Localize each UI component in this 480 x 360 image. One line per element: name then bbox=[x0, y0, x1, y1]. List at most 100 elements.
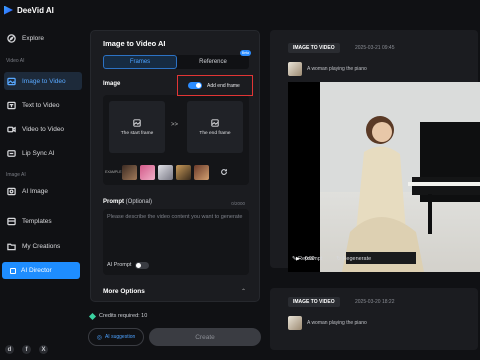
mode-tabs: Frames Reference Beta bbox=[103, 50, 251, 69]
prompt-label: Prompt (Optional) bbox=[103, 199, 152, 205]
lips-icon bbox=[7, 149, 16, 157]
sidebar-item-ai-image[interactable]: AI Image bbox=[4, 182, 82, 200]
type-tag: IMAGE TO VIDEO bbox=[288, 297, 340, 307]
example-thumbnail[interactable] bbox=[122, 164, 137, 180]
image-add-icon bbox=[211, 118, 219, 127]
facebook-icon[interactable]: f bbox=[22, 345, 31, 354]
compass-icon bbox=[7, 33, 16, 43]
example-thumbnail[interactable] bbox=[194, 164, 209, 180]
sidebar-item-label: Image to Video bbox=[22, 77, 66, 85]
end-frame-label: The end frame bbox=[199, 130, 231, 136]
sidebar-item-lip-sync[interactable]: Lip Sync AI bbox=[4, 144, 82, 162]
diamond-icon bbox=[88, 312, 97, 320]
social-links: d f X bbox=[5, 345, 48, 354]
sidebar-item-label: My Creations bbox=[22, 242, 61, 250]
chevron-up-icon[interactable]: ⌃ bbox=[241, 288, 246, 295]
folder-icon bbox=[7, 243, 16, 250]
ai-prompt-label: AI Prompt bbox=[107, 262, 132, 268]
result-card: IMAGE TO VIDEO 2025-03-21 09:45 A woman … bbox=[270, 30, 480, 272]
type-tag: IMAGE TO VIDEO bbox=[288, 43, 340, 53]
sidebar-item-label: Explore bbox=[22, 34, 45, 42]
example-thumbnail[interactable] bbox=[176, 164, 191, 180]
result-date: 2025-03-21 09:45 bbox=[355, 45, 395, 51]
sidebar-item-label: Templates bbox=[22, 217, 52, 225]
double-chevron-right-icon: >> bbox=[171, 122, 179, 128]
sidebar-item-templates[interactable]: Templates bbox=[4, 212, 82, 230]
start-frame-upload[interactable]: The start frame bbox=[109, 101, 165, 153]
credits-text: Credits required: 10 bbox=[99, 313, 148, 319]
text-icon bbox=[7, 101, 16, 109]
start-frame-label: The start frame bbox=[120, 130, 154, 136]
piano-scene bbox=[320, 82, 480, 272]
result-desc-text: A woman playing the piano bbox=[307, 66, 367, 72]
brand-name: DeeVid AI bbox=[17, 5, 54, 15]
sidebar-item-label: Text to Video bbox=[22, 101, 60, 109]
prompt-optional: (Optional) bbox=[125, 199, 153, 205]
sidebar-item-image-to-video[interactable]: Image to Video bbox=[4, 72, 82, 90]
discord-icon[interactable]: d bbox=[5, 345, 14, 354]
result-desc-text: A woman playing the piano bbox=[307, 320, 367, 326]
beta-badge: Beta bbox=[239, 50, 251, 56]
result-description: A woman playing the piano bbox=[288, 62, 367, 76]
deevid-logo-icon bbox=[4, 5, 13, 15]
prompt-placeholder: Please describe the video content you wa… bbox=[107, 214, 243, 220]
example-thumbnail[interactable] bbox=[158, 164, 173, 180]
image-add-icon bbox=[133, 118, 141, 127]
x-icon[interactable]: X bbox=[39, 345, 48, 354]
credits-info: Credits required: 10 bbox=[88, 312, 148, 320]
regenerate-label: Regenerate bbox=[342, 256, 372, 262]
sidebar-item-my-creations[interactable]: My Creations bbox=[4, 237, 82, 255]
video-player[interactable]: ▶ 0:00 bbox=[288, 82, 480, 272]
more-options[interactable]: More Options bbox=[103, 288, 145, 295]
section-label-video: Video AI bbox=[6, 58, 25, 64]
bulb-icon: ◎ bbox=[96, 334, 102, 341]
result-actions: ✎ Reprompt ↻ Regenerate bbox=[292, 256, 371, 262]
sidebar-item-label: Lip Sync AI bbox=[22, 149, 55, 157]
brand[interactable]: DeeVid AI bbox=[4, 3, 54, 17]
ai-prompt-toggle[interactable] bbox=[135, 262, 150, 269]
source-thumbnail bbox=[288, 62, 302, 76]
generation-panel: Image to Video AI Frames Reference Beta … bbox=[90, 30, 260, 302]
image-icon bbox=[7, 77, 16, 85]
ai-director-label: AI Director bbox=[21, 267, 52, 274]
sidebar-item-video-to-video[interactable]: Video to Video bbox=[4, 120, 82, 138]
result-date: 2025-03-20 18:22 bbox=[355, 299, 395, 305]
example-thumbnail[interactable] bbox=[140, 164, 155, 180]
add-end-frame-toggle-highlight: Add end frame bbox=[177, 75, 253, 96]
frames-box: The start frame >> The end frame EXAMPLE bbox=[103, 95, 249, 185]
sidebar-item-label: AI Image bbox=[22, 187, 49, 195]
tab-reference[interactable]: Reference Beta bbox=[177, 50, 251, 69]
ai-suggestion-button[interactable]: ◎ AI suggestion bbox=[88, 328, 144, 346]
example-label: EXAMPLE bbox=[105, 170, 122, 174]
add-end-frame-toggle[interactable] bbox=[188, 82, 202, 89]
create-button[interactable]: Create bbox=[149, 328, 261, 346]
ai-director-button[interactable]: AI Director bbox=[2, 262, 80, 279]
prompt-title: Prompt bbox=[103, 199, 124, 205]
prompt-input[interactable]: Please describe the video content you wa… bbox=[103, 209, 249, 275]
result-card: IMAGE TO VIDEO 2025-03-20 18:22 A woman … bbox=[270, 288, 478, 350]
reprompt-label: Reprompt bbox=[298, 256, 323, 262]
end-frame-upload[interactable]: The end frame bbox=[187, 101, 243, 153]
video-frame-image bbox=[320, 82, 480, 272]
add-end-frame-label: Add end frame bbox=[207, 82, 240, 89]
example-thumbnails: EXAMPLE bbox=[103, 163, 249, 181]
results-list: IMAGE TO VIDEO 2025-03-21 09:45 A woman … bbox=[268, 30, 480, 350]
source-thumbnail bbox=[288, 316, 302, 330]
sidebar-item-text-to-video[interactable]: Text to Video bbox=[4, 96, 82, 114]
ai-prompt-control: AI Prompt bbox=[107, 261, 150, 270]
image-section-label: Image bbox=[103, 81, 121, 87]
ai-image-icon bbox=[7, 187, 16, 195]
ai-suggestion-label: AI suggestion bbox=[104, 334, 136, 340]
sidebar-item-label: Video to Video bbox=[22, 125, 65, 133]
panel-title: Image to Video AI bbox=[103, 39, 166, 48]
prompt-char-count: 0/2000 bbox=[231, 201, 245, 206]
sidebar-item-explore[interactable]: Explore bbox=[4, 29, 82, 47]
reprompt-button[interactable]: ✎ Reprompt bbox=[292, 256, 322, 262]
refresh-icon[interactable] bbox=[220, 168, 228, 176]
templates-icon bbox=[7, 217, 16, 225]
sidebar: DeeVid AI Explore Video AI Image to Vide… bbox=[0, 0, 86, 360]
section-label-image: Image AI bbox=[6, 172, 26, 178]
regenerate-button[interactable]: ↻ Regenerate bbox=[336, 256, 371, 262]
tab-frames[interactable]: Frames bbox=[103, 55, 177, 69]
director-icon bbox=[10, 267, 16, 274]
